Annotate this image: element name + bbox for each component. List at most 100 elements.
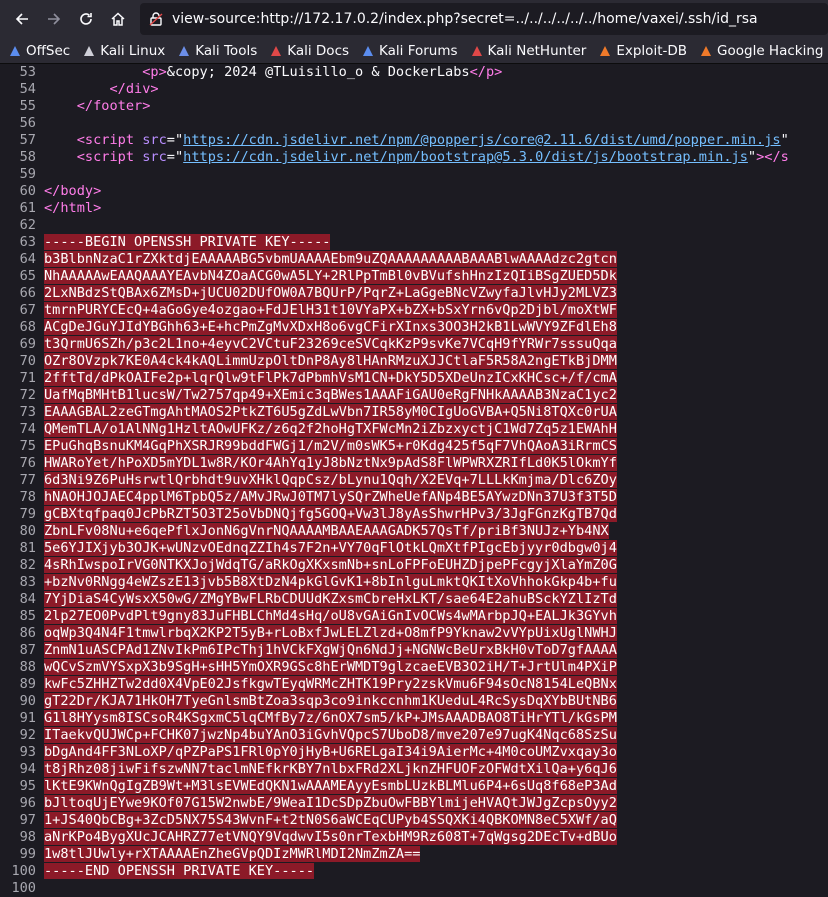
source-line: 58 <script src="https://cdn.jsdelivr.net… [0, 149, 828, 166]
browser-toolbar: view-source:http://172.17.0.2/index.php?… [0, 0, 828, 38]
line-code: 7YjDiaS4CyWsxX50wG/ZMgYBwFLRbCDUUdKZxsmC… [44, 591, 617, 608]
line-number: 60 [19, 183, 36, 199]
line-number: 99 [19, 846, 36, 862]
bookmark-item[interactable]: Kali Docs [269, 43, 349, 59]
source-line: 73 EAAAGBAL2zeGTmgAhtMAOS2PtkZT6U5gZdLwVb… [0, 404, 828, 421]
line-number: 75 [19, 438, 36, 454]
line-number: 95 [19, 778, 36, 794]
source-line: 83 +bzNv0RNgg4eWZszE13jvb5B8XtDzN4pkGlGvK… [0, 574, 828, 591]
bookmark-item[interactable]: Kali Linux [82, 43, 165, 59]
private-key-line: NhAAAAAwEAAQAAAYEAvbN4ZOaACG0wA5LY+2RlPp… [44, 268, 617, 284]
line-number: 85 [19, 608, 36, 624]
source-line: 65 NhAAAAAwEAAQAAAYEAvbN4ZOaACG0wA5LY+2Rl… [0, 268, 828, 285]
source-line: 89 kwFc5ZHHZTw2dd0X4VpE02JsfkgwTEyqWRMcZH… [0, 676, 828, 693]
script-src-link[interactable]: https://cdn.jsdelivr.net/npm/@popperjs/c… [183, 132, 780, 148]
private-key-line: 1+JS40QbCBg+3ZcD5NX75S43WvnF+t2tN0S6aWCE… [44, 812, 617, 828]
line-number: 100 [11, 880, 36, 896]
private-key-line: 4sRhIwspoIrVG0NTKXJojWdqTG/aRkOgXKxsmNb+… [44, 557, 617, 573]
line-number: 84 [19, 591, 36, 607]
source-line: 67 tmrnPURYCEcQ+4aGoGye4ozgao+FdJElH31t10… [0, 302, 828, 319]
line-number: 64 [19, 251, 36, 267]
ghdb-icon [699, 44, 713, 58]
line-code: gT22Dr/KJA71HkOH7TyeGnlsmBtZoa3sqp3co9in… [44, 693, 617, 710]
html-tag: </html> [44, 200, 102, 216]
html-tag: <p> [142, 64, 167, 80]
line-number: 57 [19, 132, 36, 148]
source-line: 95 lKtE9KWnQgIgZB9Wt+M3lsEVWEdQKN1wAAAMEA… [0, 778, 828, 795]
line-number: 96 [19, 795, 36, 811]
line-number: 73 [19, 404, 36, 420]
line-number: 98 [19, 829, 36, 845]
bookmark-label: OffSec [26, 42, 71, 59]
line-code: bJltoqUjEYwe9KOf07G15W2nwbE/9WeaI1DcSDpZ… [44, 795, 617, 812]
kali-tools-icon [177, 44, 191, 58]
private-key-line: UafMqBMHtB1lucsW/Tw2757qp49+XEmic3qBWes1… [44, 387, 617, 403]
line-code: <p>&copy; 2024 @TLuisillo_o & DockerLabs… [44, 64, 502, 81]
line-code: ITaekvQUJWCp+FCHK07jwzNp4buYAnO3iGvhVQpc… [44, 727, 617, 744]
line-code: ACgDeJGuYJIdYBGhh63+E+hcPmZgMvXDxH8o6vgC… [44, 319, 617, 336]
html-tag: <script [76, 132, 135, 148]
private-key-line: hNAOHJOJAEC4pplM6TpbQ5z/AMvJRwJ0TM7lySQr… [44, 489, 617, 505]
line-number: 91 [19, 710, 36, 726]
source-line: 84 7YjDiaS4CyWsxX50wG/ZMgYBwFLRbCDUUdKZxs… [0, 591, 828, 608]
source-line: 56 [0, 115, 828, 132]
back-button[interactable] [6, 3, 38, 35]
html-tag: </div> [109, 81, 159, 97]
line-code: -----END OPENSSH PRIVATE KEY----- [44, 863, 315, 880]
line-code: 1w8tlJUwly+rXTAAAAEnZheGVpQDIzMWRlMDI2Nm… [44, 846, 421, 863]
html-tag: </body> [44, 183, 102, 199]
bookmark-item[interactable]: Exploit-DB [598, 43, 687, 59]
line-code: ZbnLFv08Nu+e6qePflxJonN6gVnrNQAAAAMBAAEA… [44, 523, 609, 540]
line-code: -----BEGIN OPENSSH PRIVATE KEY----- [44, 234, 331, 251]
html-tag: <script [76, 149, 135, 165]
line-code: +bzNv0RNgg4eWZszE13jvb5B8XtDzN4pkGlGvK1+… [44, 574, 617, 591]
line-number: 63 [19, 234, 36, 250]
line-number: 83 [19, 574, 36, 590]
private-key-line: +bzNv0RNgg4eWZszE13jvb5B8XtDzN4pkGlGvK1+… [44, 574, 617, 590]
bookmark-item[interactable]: Kali Tools [177, 43, 257, 59]
forward-button[interactable] [38, 3, 70, 35]
home-button[interactable] [102, 3, 134, 35]
line-code: kwFc5ZHHZTw2dd0X4VpE02JsfkgwTEyqWRMcZHTK… [44, 676, 617, 693]
reload-icon [80, 13, 92, 25]
page-info-icon[interactable] [148, 11, 164, 27]
bookmark-item[interactable]: OffSec [8, 43, 70, 59]
source-line: 85 2lp27EO0PvdPlt9gny83JuFHBLChMd4sHq/oU8… [0, 608, 828, 625]
source-line: 54 </div> [0, 81, 828, 98]
source-line: 88 wQCvSzmVYSxpX3b9SgH+sHH5YmOXR9GSc8hErW… [0, 659, 828, 676]
source-line: 79 gCBXtqfpaq0JcPbRZT5O3T25oVbDNQjfg5GOQ+… [0, 506, 828, 523]
line-number: 81 [19, 540, 36, 556]
source-line: 63 -----BEGIN OPENSSH PRIVATE KEY----- [0, 234, 828, 251]
kali-docs-icon [269, 44, 283, 58]
line-number: 62 [19, 217, 36, 233]
line-code: <script src="https://cdn.jsdelivr.net/np… [76, 149, 789, 165]
line-number: 76 [19, 455, 36, 471]
url-text[interactable]: view-source:http://172.17.0.2/index.php?… [172, 11, 758, 27]
line-number: 65 [19, 268, 36, 284]
source-line: 71 2fftTd/dPkOAIFe2p+lqrQlw9tFlPk7dPbmhVs… [0, 370, 828, 387]
source-line: 78 hNAOHJOJAEC4pplM6TpbQ5z/AMvJRwJ0TM7lyS… [0, 489, 828, 506]
private-key-line: -----END OPENSSH PRIVATE KEY----- [44, 863, 315, 879]
bookmark-item[interactable]: Google Hacking DB [699, 43, 828, 59]
line-code: 4sRhIwspoIrVG0NTKXJojWdqTG/aRkOgXKxsmNb+… [44, 557, 617, 574]
private-key-line: bDgAnd4FF3NLoXP/qPZPaPS1FRl0pY0jHyB+U6RE… [44, 744, 617, 760]
source-line: 69 t3QrmU6SZh/p3c2L1no+4eyvC2VCtuF23269ce… [0, 336, 828, 353]
script-src-link[interactable]: https://cdn.jsdelivr.net/npm/bootstrap@5… [183, 149, 748, 165]
line-code: ZnmN1uASCPAd1ZNvIkPm6IPcThj1hVCkFXgWjQn6… [44, 642, 617, 659]
bookmark-label: Kali Tools [195, 42, 258, 59]
private-key-line: t8jRhz08jiwFifszwNN7taclmNEfkrKBY7nlbxFR… [44, 761, 617, 777]
bookmark-item[interactable]: Kali Forums [361, 43, 458, 59]
line-code: 5e6YJIXjyb3OJK+wUNzvOEdnqZZIh4s7F2n+VY70… [44, 540, 617, 557]
source-line: 66 2LxNBdzStQBAx6ZMsD+jUCU02DUfOW0A7BQUrP… [0, 285, 828, 302]
bookmark-item[interactable]: Kali NetHunter [470, 43, 586, 59]
line-code: wQCvSzmVYSxpX3b9SgH+sHH5YmOXR9GSc8hErWMD… [44, 659, 617, 676]
reload-button[interactable] [70, 3, 102, 35]
line-code: EAAAGBAL2zeGTmgAhtMAOS2PtkZT6U5gZdLwVbn7… [44, 404, 617, 421]
line-number: 54 [19, 81, 36, 97]
address-bar[interactable]: view-source:http://172.17.0.2/index.php?… [140, 3, 828, 35]
private-key-line: wQCvSzmVYSxpX3b9SgH+sHH5YmOXR9GSc8hErWMD… [44, 659, 617, 675]
private-key-line: bJltoqUjEYwe9KOf07G15W2nwbE/9WeaI1DcSDpZ… [44, 795, 617, 811]
bookmark-label: Kali Linux [100, 42, 166, 59]
line-number: 93 [19, 744, 36, 760]
bookmark-label: Kali Docs [287, 42, 350, 59]
